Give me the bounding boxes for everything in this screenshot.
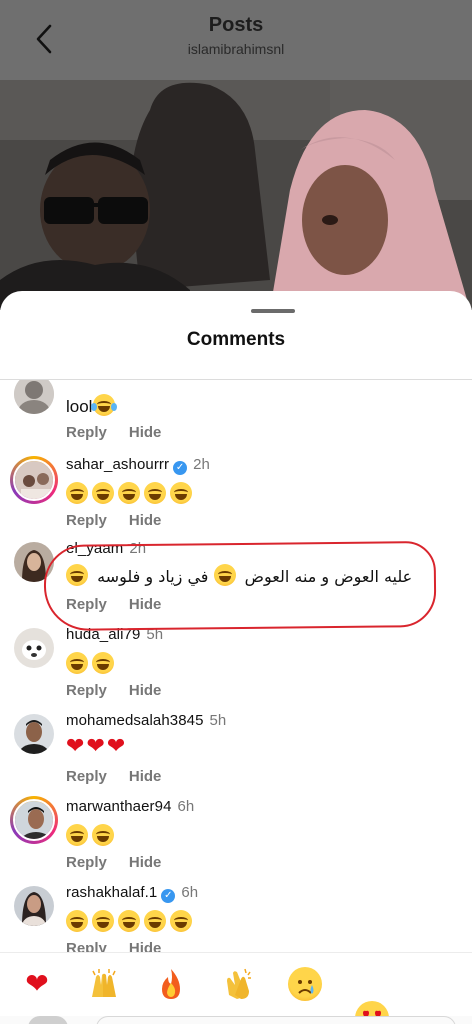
comment-actions: Reply Hide [66, 512, 183, 529]
hide-button[interactable]: Hide [129, 940, 162, 952]
comment-actions: Reply Hide [66, 940, 183, 952]
avatar[interactable] [14, 714, 54, 754]
laughing-emoji-icon [213, 564, 236, 586]
laughing-emoji-icon [118, 482, 140, 504]
comment-text: lool [66, 394, 119, 417]
laughing-emoji-icon [91, 394, 118, 416]
comment-emojis [66, 482, 196, 505]
heart-emoji-icon: ❤ [66, 734, 85, 759]
reply-button[interactable]: Reply [66, 424, 107, 441]
avatar[interactable] [14, 886, 54, 926]
laughing-emoji-icon [92, 824, 114, 846]
comment-emojis [66, 652, 118, 675]
comment-hearts: ❤❤❤ [66, 734, 127, 759]
comment-actions: Reply Hide [66, 682, 183, 699]
reply-button[interactable]: Reply [66, 940, 107, 952]
hide-button[interactable]: Hide [129, 682, 162, 699]
comment-username[interactable]: el_yaam 2h [66, 540, 146, 557]
comment-actions: Reply Hide [66, 596, 183, 613]
laughing-emoji-icon [92, 910, 114, 932]
reply-button[interactable]: Reply [66, 682, 107, 699]
avatar[interactable] [10, 456, 58, 504]
laughing-emoji-icon [170, 482, 192, 504]
sheet-title: Comments [186, 329, 286, 350]
avatar[interactable] [10, 796, 58, 844]
laughing-emoji-icon [92, 652, 114, 674]
heart-reaction-icon[interactable]: ❤ [20, 967, 54, 1001]
comment-actions: Reply Hide [66, 768, 183, 785]
verified-badge-icon: ✓ [173, 461, 188, 475]
laughing-emoji-icon [118, 910, 140, 932]
comment-input[interactable] [96, 1016, 456, 1024]
comment-text: عليه العوض و منه العوض في زياد و فلوسه [66, 564, 418, 586]
reply-button[interactable]: Reply [66, 768, 107, 785]
comment-username[interactable]: sahar_ashourrr ✓ 2h [66, 456, 210, 475]
top-bar: Posts islamibrahimsnl [0, 0, 472, 80]
reply-button[interactable]: Reply [66, 854, 107, 871]
comment-emojis [66, 910, 196, 933]
verified-badge-icon: ✓ [161, 889, 176, 903]
laughing-emoji-icon [144, 482, 166, 504]
laughing-emoji-icon [170, 910, 192, 932]
hide-button[interactable]: Hide [129, 768, 162, 785]
avatar[interactable] [14, 628, 54, 668]
heart-emoji-icon: ❤ [106, 734, 126, 759]
comment-emojis [66, 824, 118, 847]
hide-button[interactable]: Hide [129, 854, 162, 871]
page-subtitle: islamibrahimsnl [187, 41, 285, 57]
sheet-grabber[interactable] [251, 309, 295, 313]
fire-reaction-icon[interactable] [154, 967, 188, 1001]
quick-reactions-bar: ❤ [0, 952, 472, 1024]
laughing-emoji-icon [66, 910, 88, 932]
laughing-emoji-icon [144, 910, 166, 932]
raised-hands-reaction-icon[interactable] [87, 967, 121, 1001]
post-photo [0, 80, 472, 310]
avatar[interactable] [14, 542, 54, 582]
crying-face-reaction-icon[interactable] [288, 967, 322, 1001]
heart-emoji-icon: ❤ [86, 734, 105, 759]
comment-username[interactable]: rashakhalaf.1 ✓ 6h [66, 884, 198, 903]
reply-button[interactable]: Reply [66, 596, 107, 613]
hide-button[interactable]: Hide [129, 596, 162, 613]
hide-button[interactable]: Hide [129, 424, 162, 441]
laughing-emoji-icon [92, 482, 114, 504]
comment-username[interactable]: mohamedsalah3845 5h [66, 712, 226, 729]
comment-username[interactable]: marwanthaer94 6h [66, 798, 194, 815]
comment-username[interactable]: huda_ali79 5h [66, 626, 163, 643]
reply-button[interactable]: Reply [66, 512, 107, 529]
avatar[interactable] [14, 380, 54, 414]
comment-username[interactable] [66, 380, 70, 385]
comment-actions: Reply Hide [66, 424, 183, 441]
hide-button[interactable]: Hide [129, 512, 162, 529]
laughing-emoji-icon [66, 564, 88, 586]
comments-list[interactable]: lool Reply Hide sahar_ashourrr ✓ 2h Reply Hi… [0, 380, 472, 952]
page-title: Posts [208, 14, 264, 36]
laughing-emoji-icon [66, 482, 88, 504]
own-avatar [28, 1016, 68, 1024]
comment-actions: Reply Hide [66, 854, 183, 871]
laughing-emoji-icon [66, 824, 88, 846]
clapping-hands-reaction-icon[interactable] [221, 967, 255, 1001]
laughing-emoji-icon [66, 652, 88, 674]
